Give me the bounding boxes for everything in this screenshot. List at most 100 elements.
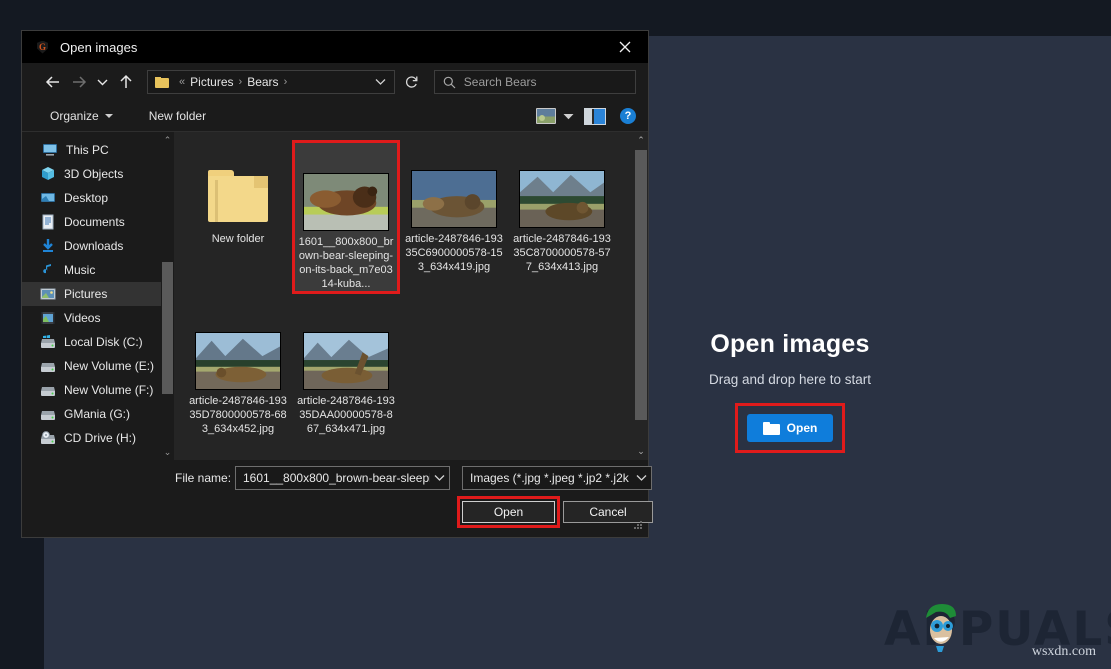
new-folder-label: New folder xyxy=(148,109,207,123)
drive-icon xyxy=(40,382,56,398)
sidebar-item-label: Downloads xyxy=(64,239,124,253)
file-type-select[interactable]: Images (*.jpg *.jpeg *.jp2 *.j2k * xyxy=(462,466,652,490)
up-icon[interactable] xyxy=(113,69,139,95)
breadcrumb-separator: › xyxy=(238,76,243,88)
drop-zone-panel[interactable]: Open images Drag and drop here to start … xyxy=(640,330,940,510)
file-grid-item[interactable]: article-2487846-19335D7800000578-683_634… xyxy=(184,302,292,436)
file-name-label: File name: xyxy=(175,471,232,485)
sidebar-item-label: This PC xyxy=(66,143,109,157)
sidebar-scrollbar[interactable]: ⌃ ⌄ xyxy=(161,132,174,460)
folder-icon xyxy=(155,76,170,88)
scroll-down-icon[interactable]: ⌄ xyxy=(161,444,174,460)
navigation-pane: This PC 3D Objects Desktop Documents Downloa… xyxy=(22,132,174,460)
sidebar-item-label: Pictures xyxy=(64,287,108,301)
file-grid-item[interactable]: article-2487846-19335C8700000578-577_634… xyxy=(508,140,616,294)
file-type-value: Images (*.jpg *.jpeg *.jp2 *.j2k * xyxy=(470,471,632,485)
chevron-down-icon[interactable] xyxy=(632,473,647,484)
sidebar-item-new-volume-f[interactable]: New Volume (F:) xyxy=(22,378,174,402)
file-thumbnail xyxy=(519,170,605,228)
help-icon[interactable]: ? xyxy=(620,108,636,124)
sidebar-item-pictures[interactable]: Pictures xyxy=(22,282,174,306)
picture-icon xyxy=(40,286,56,302)
sidebar-item-local-disk-c[interactable]: Local Disk (C:) xyxy=(22,330,174,354)
sidebar-item-videos[interactable]: Videos xyxy=(22,306,174,330)
sidebar-item-label: Local Disk (C:) xyxy=(64,335,143,349)
sidebar-scroll-thumb[interactable] xyxy=(162,262,173,394)
breadcrumb-prefix: « xyxy=(179,76,186,88)
file-thumbnail xyxy=(303,332,389,390)
view-chevron-down-icon[interactable] xyxy=(563,107,574,125)
open-button-highlight: Open xyxy=(457,496,560,528)
cancel-button[interactable]: Cancel xyxy=(563,501,653,523)
scroll-up-icon[interactable]: ⌃ xyxy=(634,132,648,149)
address-bar[interactable]: « Pictures › Bears › xyxy=(147,70,396,94)
file-grid-folder[interactable]: New folder xyxy=(184,140,292,294)
sidebar-item-music[interactable]: Music xyxy=(22,258,174,282)
watermark-site: wsxdn.com xyxy=(1031,644,1096,659)
sidebar-item-documents[interactable]: Documents xyxy=(22,210,174,234)
document-icon xyxy=(40,214,56,230)
file-grid-item[interactable]: article-2487846-19335DAA00000578-867_634… xyxy=(292,302,400,436)
file-list-pane[interactable]: New folder 1601__800x800_brown-bear-sleep… xyxy=(174,132,648,460)
file-list-scrollbar[interactable]: ⌃ ⌄ xyxy=(634,132,648,460)
music-icon xyxy=(40,262,56,278)
sidebar-item-this-pc[interactable]: This PC xyxy=(22,138,174,162)
sidebar-item-label: Documents xyxy=(64,215,125,229)
file-thumbnail xyxy=(303,173,389,231)
address-chevron-down-icon[interactable] xyxy=(375,76,390,88)
drive-icon xyxy=(40,358,56,374)
sidebar-item-cd-drive-h[interactable]: CD Drive (H:) xyxy=(22,426,174,450)
app-shield-icon: G xyxy=(37,40,48,54)
drop-zone-subtitle: Drag and drop here to start xyxy=(708,372,872,387)
breadcrumb-pictures[interactable]: Pictures xyxy=(190,75,233,89)
sidebar-item-label: 3D Objects xyxy=(64,167,124,181)
recent-locations-chevron-down-icon[interactable] xyxy=(92,69,114,95)
file-name-value: 1601__800x800_brown-bear-sleeping· xyxy=(243,471,430,485)
sidebar-item-downloads[interactable]: Downloads xyxy=(22,234,174,258)
back-icon[interactable] xyxy=(40,69,66,95)
new-folder-button[interactable]: New folder xyxy=(149,109,206,123)
change-view-icon[interactable] xyxy=(536,108,556,124)
sidebar-item-gmania-g[interactable]: GMania (G:) xyxy=(22,402,174,426)
sidebar-item-desktop[interactable]: Desktop xyxy=(22,186,174,210)
cd-drive-icon xyxy=(40,430,56,446)
file-name-label: article-2487846-19335C8700000578-577_634… xyxy=(513,233,611,273)
chevron-down-icon[interactable] xyxy=(430,473,445,484)
drop-zone-title: Open images xyxy=(710,330,870,358)
monitor-icon xyxy=(42,142,58,158)
sidebar-item-label: Music xyxy=(64,263,96,277)
file-name-label: 1601__800x800_brown-bear-sleeping-on-its… xyxy=(298,236,394,290)
preview-pane-icon[interactable] xyxy=(584,107,606,125)
folder-icon xyxy=(208,170,268,222)
forward-icon[interactable] xyxy=(66,69,92,95)
open-file-dialog: G Open images « Pictures › Bears › Searc… xyxy=(22,31,653,537)
mascot-icon xyxy=(926,604,956,652)
dialog-title: Open images xyxy=(60,39,138,55)
scroll-down-icon[interactable]: ⌄ xyxy=(634,443,648,460)
dialog-title-bar: G Open images xyxy=(22,31,648,63)
sidebar-item-label: New Volume (E:) xyxy=(64,359,155,373)
open-button[interactable]: Open xyxy=(462,501,555,523)
file-name-label: article-2487846-19335D7800000578-683_634… xyxy=(189,395,287,435)
sidebar-item-new-volume-e[interactable]: New Volume (E:) xyxy=(22,354,174,378)
sidebar-item-label: New Volume (F:) xyxy=(64,383,154,397)
command-bar: Organize New folder ? xyxy=(22,101,648,132)
sidebar-item-label: CD Drive (H:) xyxy=(64,431,136,445)
file-thumbnail xyxy=(411,170,497,228)
close-icon[interactable] xyxy=(602,31,648,63)
desktop-icon xyxy=(40,190,56,206)
sidebar-item-3d-objects[interactable]: 3D Objects xyxy=(22,162,174,186)
organize-button[interactable]: Organize xyxy=(50,109,113,123)
chevron-down-icon xyxy=(104,114,113,118)
search-input[interactable]: Search Bears xyxy=(433,70,636,94)
file-list-scroll-thumb[interactable] xyxy=(635,150,647,420)
refresh-icon[interactable] xyxy=(399,70,425,94)
sidebar-item-label: GMania (G:) xyxy=(64,407,131,421)
file-grid-item[interactable]: 1601__800x800_brown-bear-sleeping-on-its… xyxy=(292,140,400,294)
breadcrumb-bears[interactable]: Bears xyxy=(247,75,278,89)
scroll-up-icon[interactable]: ⌃ xyxy=(161,132,174,148)
file-grid-item[interactable]: article-2487846-19335C6900000578-153_634… xyxy=(400,140,508,294)
open-images-button[interactable]: Open xyxy=(747,414,833,442)
file-name-input[interactable]: 1601__800x800_brown-bear-sleeping· xyxy=(235,466,450,490)
resize-grip[interactable] xyxy=(634,521,644,531)
